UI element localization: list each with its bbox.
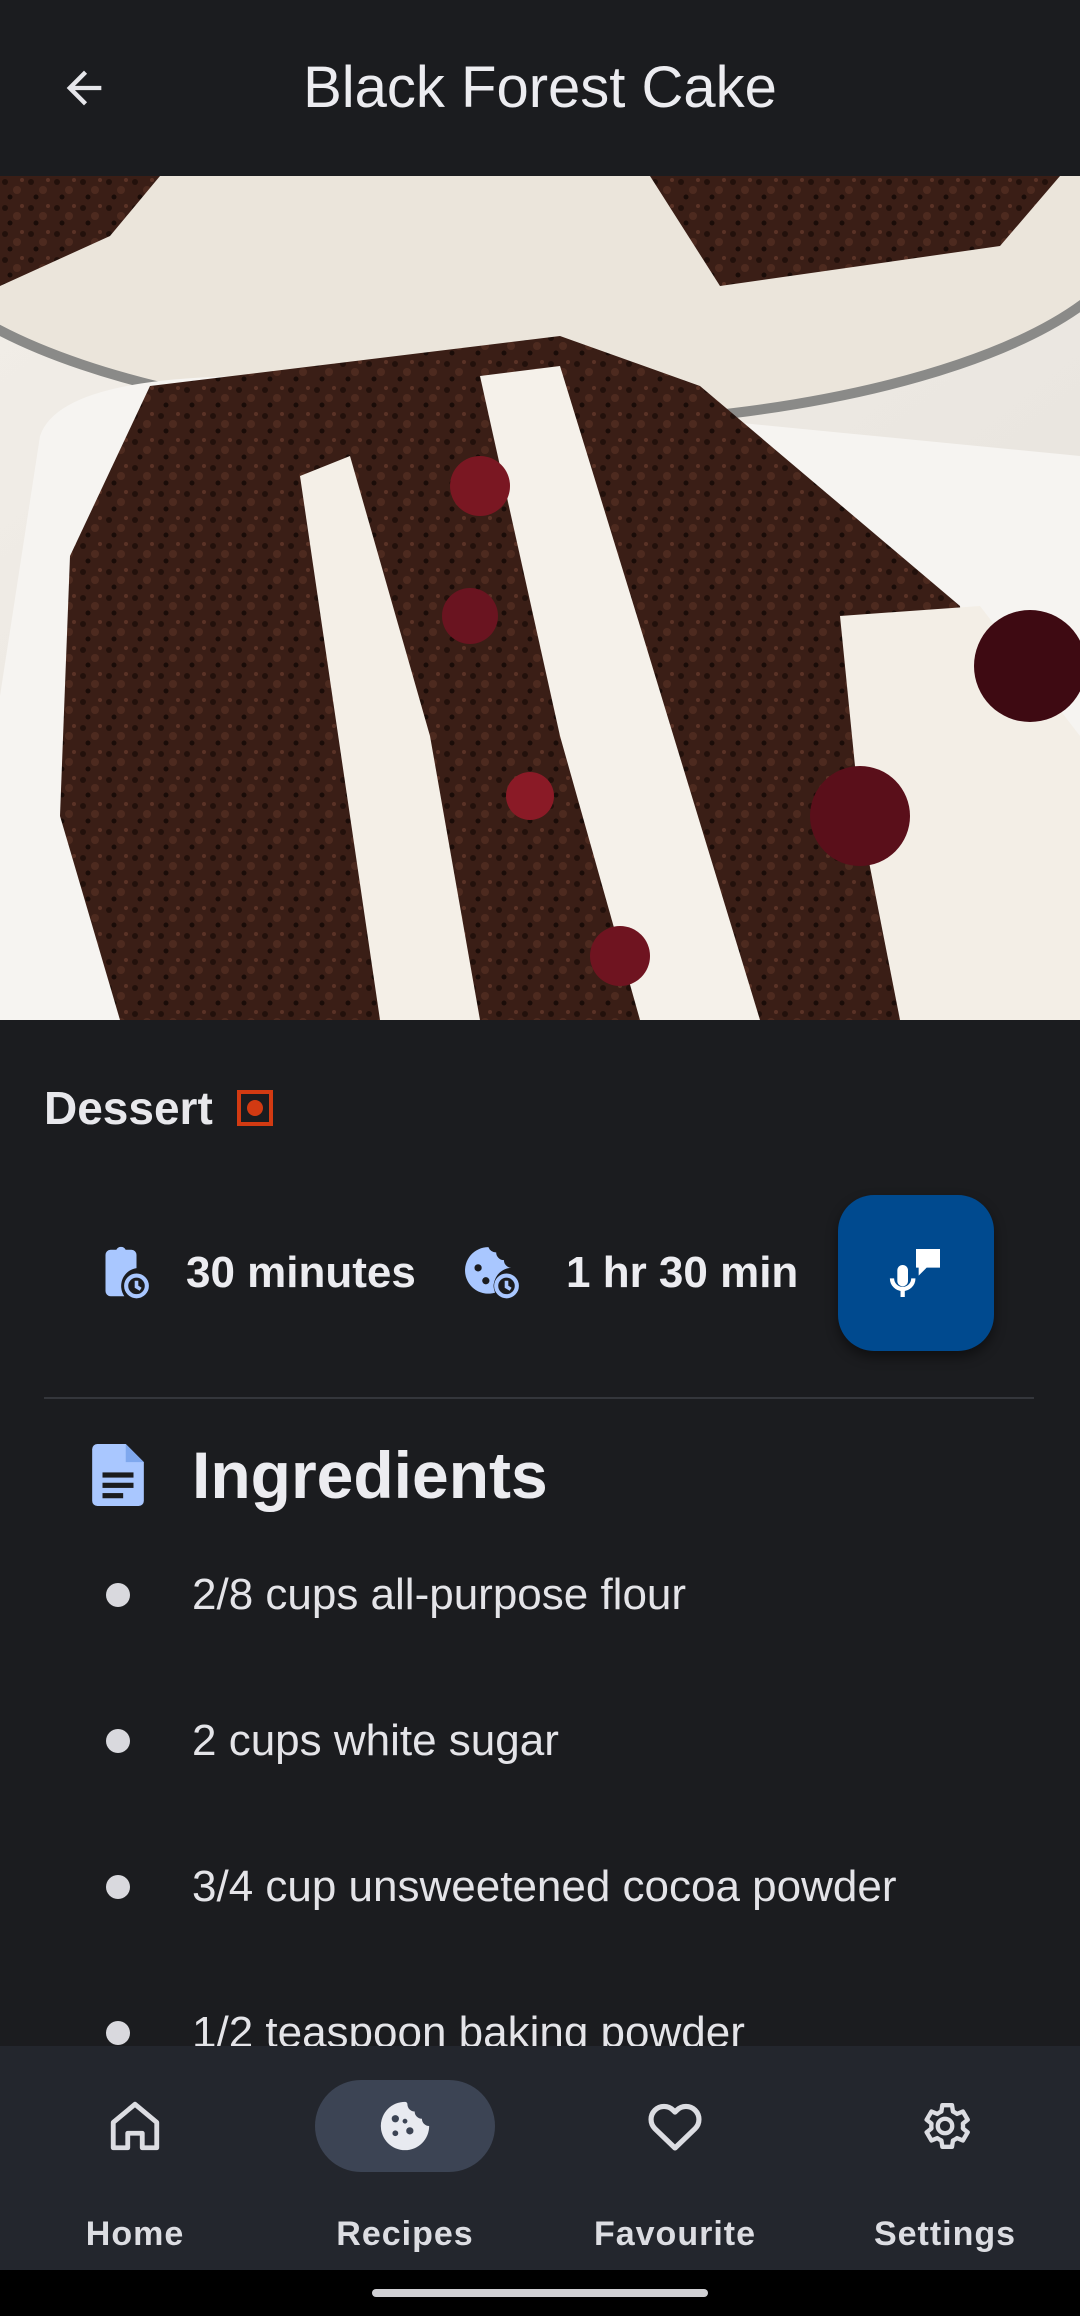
category-label: Dessert <box>44 1082 213 1134</box>
bullet-icon <box>106 1583 130 1607</box>
list-item: 3/4 cup unsweetened cocoa powder <box>0 1852 1080 1922</box>
ingredients-header <box>92 1435 144 1515</box>
gear-icon <box>924 2103 970 2149</box>
bullet-icon <box>106 1729 130 1753</box>
ingredient-text: 2/8 cups all-purpose flour <box>192 1570 687 1619</box>
list-item: 2 cups white sugar <box>0 1706 1080 1776</box>
bullet-icon <box>106 1875 130 1899</box>
nav-item-settings[interactable]: Settings <box>810 2080 1080 2253</box>
non-veg-indicator-icon <box>236 1090 273 1126</box>
gesture-handle[interactable] <box>372 2289 708 2297</box>
nav-item-recipes[interactable]: Recipes <box>270 2080 540 2253</box>
nav-label-recipes: Recipes <box>336 2215 474 2253</box>
app-bar: Black Forest Cake <box>0 0 1080 176</box>
voice-assistant-button[interactable] <box>838 1195 994 1351</box>
ingredients-title: Ingredients <box>192 1438 548 1512</box>
nav-label-settings: Settings <box>873 2215 1017 2253</box>
heart-icon <box>648 2103 702 2151</box>
list-item: 2/8 cups all-purpose flour <box>0 1560 1080 1630</box>
divider <box>44 1397 1034 1399</box>
recipe-image <box>0 176 1080 1020</box>
cook-time-text: 1 hr 30 min <box>566 1248 799 1297</box>
document-icon <box>92 1444 144 1506</box>
cook-time: 1 hr 30 min <box>460 1242 798 1304</box>
home-icon <box>110 2101 160 2151</box>
ingredient-text: 3/4 cup unsweetened cocoa powder <box>192 1862 897 1911</box>
voice-chat-icon <box>889 1249 940 1297</box>
nav-item-home[interactable]: Home <box>0 2080 270 2253</box>
ingredient-text: 2 cups white sugar <box>192 1716 559 1765</box>
prep-time: 30 minutes <box>90 1242 416 1304</box>
cookie-icon <box>380 2101 430 2151</box>
nav-item-favourite[interactable]: Favourite <box>540 2080 810 2253</box>
clipboard-clock-icon <box>105 1246 150 1299</box>
nav-active-indicator <box>315 2080 495 2172</box>
category-row: Dessert <box>44 1078 273 1138</box>
bottom-navigation: Home Recipes Favourite Settings <box>0 2046 1080 2270</box>
cookie-clock-icon <box>465 1247 520 1299</box>
nav-label-home: Home <box>85 2215 185 2253</box>
nav-label-favourite: Favourite <box>593 2215 757 2253</box>
prep-time-text: 30 minutes <box>186 1248 416 1297</box>
bullet-icon <box>106 2021 130 2045</box>
page-title: Black Forest Cake <box>303 55 777 120</box>
